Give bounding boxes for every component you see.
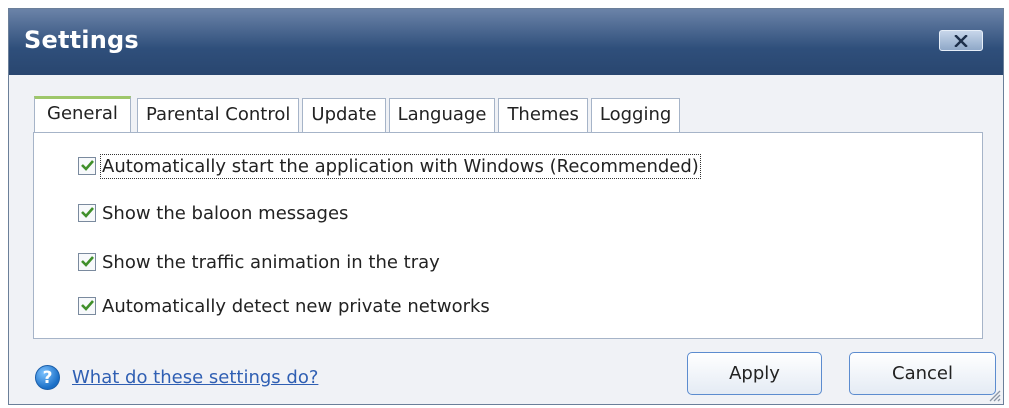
detect-networks-checkbox[interactable] xyxy=(78,297,96,315)
general-tab-panel: Automatically start the application with… xyxy=(33,132,983,339)
checkmark-icon xyxy=(81,300,94,311)
checkmark-icon xyxy=(81,256,94,267)
question-icon[interactable]: ? xyxy=(35,365,60,390)
option-balloon-messages[interactable]: Show the baloon messages xyxy=(78,199,348,227)
tab-update[interactable]: Update xyxy=(302,98,386,132)
balloon-messages-checkbox[interactable] xyxy=(78,204,96,222)
window-title: Settings xyxy=(24,26,139,54)
help-link[interactable]: What do these settings do? xyxy=(72,367,318,388)
checkmark-icon xyxy=(81,160,94,171)
help-row: ? What do these settings do? xyxy=(35,365,318,390)
dialog-body: General Parental Control Update Language… xyxy=(9,75,1003,404)
resize-grip-icon[interactable] xyxy=(987,388,1001,402)
detect-networks-label[interactable]: Automatically detect new private network… xyxy=(102,296,490,317)
traffic-animation-checkbox[interactable] xyxy=(78,253,96,271)
balloon-messages-label[interactable]: Show the baloon messages xyxy=(102,203,348,224)
tab-themes[interactable]: Themes xyxy=(498,98,588,132)
checkmark-icon xyxy=(81,207,94,218)
apply-button[interactable]: Apply xyxy=(687,352,822,395)
tab-parental-control[interactable]: Parental Control xyxy=(136,98,300,132)
tab-logging[interactable]: Logging xyxy=(590,98,681,132)
tab-language[interactable]: Language xyxy=(388,98,496,132)
tab-strip: General Parental Control Update Language… xyxy=(34,96,683,132)
settings-window: Settings General Parental Control Update… xyxy=(8,8,1004,405)
traffic-animation-label[interactable]: Show the traffic animation in the tray xyxy=(102,252,440,273)
cancel-button[interactable]: Cancel xyxy=(849,352,996,395)
close-icon xyxy=(954,34,968,47)
tab-general[interactable]: General xyxy=(34,96,131,132)
autostart-checkbox[interactable] xyxy=(78,157,96,175)
option-detect-networks[interactable]: Automatically detect new private network… xyxy=(78,292,490,320)
title-bar[interactable]: Settings xyxy=(9,9,1003,75)
option-traffic-animation[interactable]: Show the traffic animation in the tray xyxy=(78,248,440,276)
close-button[interactable] xyxy=(939,30,983,51)
option-autostart[interactable]: Automatically start the application with… xyxy=(78,152,701,180)
autostart-label[interactable]: Automatically start the application with… xyxy=(100,153,701,179)
